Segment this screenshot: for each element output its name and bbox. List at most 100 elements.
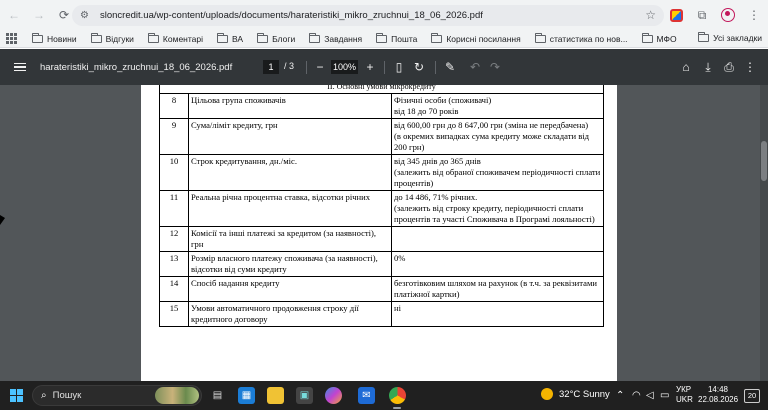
wifi-icon[interactable]: ◠	[632, 390, 641, 401]
row-name: Комісії та інші платежі за кредитом (за …	[188, 226, 392, 252]
conditions-table: ІІ. Основні умови мікрокредиту 8 Цільова…	[159, 85, 604, 327]
chrome-icon[interactable]	[389, 387, 406, 404]
bookmark-item[interactable]: Відгуки	[90, 32, 134, 44]
row-value: від 600,00 грн до 8 647,00 грн (зміна не…	[391, 118, 604, 155]
row-number: 15	[159, 301, 189, 327]
bookmark-item[interactable]: Блоги	[257, 32, 295, 44]
row-name: Розмір власного платежу споживача (за на…	[188, 251, 392, 277]
bookmark-star-icon[interactable]: ☆	[645, 8, 656, 22]
more-options-icon[interactable]: ⋮	[741, 58, 759, 76]
search-icon: ⌕	[41, 390, 47, 401]
row-name: Умови автоматичного продовження строку д…	[188, 301, 392, 327]
copilot-icon[interactable]	[325, 387, 342, 404]
row-value	[391, 226, 604, 252]
taskbar-search[interactable]: ⌕ Пошук	[32, 385, 202, 406]
folder-icon	[309, 32, 321, 43]
address-bar-row: ← → ⟳ ⚙ sloncredit.ua/wp-content/uploads…	[0, 0, 768, 30]
folder-icon	[32, 32, 43, 43]
bookmark-item[interactable]: Коментарі	[147, 32, 203, 44]
row-value: до 14 486, 71% річних. (залежить від стр…	[391, 190, 604, 227]
bookmark-item[interactable]: МФО	[641, 32, 677, 44]
site-info-icon[interactable]: ⚙	[80, 10, 92, 22]
table-row: 13 Розмір власного платежу споживача (за…	[159, 251, 604, 277]
pdf-page: ІІ. Основні умови мікрокредиту 8 Цільова…	[141, 85, 617, 381]
extensions-puzzle-icon[interactable]: ⧉	[692, 5, 712, 25]
folder-icon	[257, 32, 269, 43]
outlook-icon[interactable]: ✉	[358, 387, 375, 404]
pdf-viewer[interactable]: ІІ. Основні умови мікрокредиту 8 Цільова…	[0, 85, 768, 381]
row-name: Цільова група споживачів	[188, 93, 392, 119]
back-button[interactable]: ←	[3, 4, 25, 26]
taskbar: ⌕ Пошук ▤ ▦ ▣ ✉ 32°C Sunny ⌃ ◠ ◁ ▭ УКР U…	[0, 381, 768, 410]
apps-grid-icon[interactable]	[6, 32, 18, 45]
bookmark-item[interactable]: ВА	[217, 32, 243, 44]
tray-chevron-icon[interactable]: ⌃	[616, 390, 624, 401]
row-value: ні	[391, 301, 604, 327]
profile-avatar[interactable]	[718, 5, 738, 25]
zoom-in-button[interactable]: +	[361, 58, 379, 76]
row-number: 14	[159, 276, 189, 302]
annotate-icon[interactable]: ✎	[441, 58, 459, 76]
redo-icon[interactable]: ↷	[486, 58, 504, 76]
scrollbar[interactable]	[760, 85, 768, 381]
scrollbar-thumb[interactable]	[761, 141, 767, 181]
page-number-input[interactable]: 1	[263, 60, 279, 74]
omnibox[interactable]: ⚙ sloncredit.ua/wp-content/uploads/docum…	[72, 5, 664, 26]
bookmarks-bar: Новини Відгуки Коментарі ВА Блоги Завдан…	[0, 30, 768, 48]
fit-page-icon[interactable]: ▯	[390, 58, 408, 76]
print-icon[interactable]: ⎙	[720, 58, 738, 76]
row-value: від 345 днів до 365 днів (залежить від о…	[391, 154, 604, 191]
divider	[435, 61, 436, 74]
bookmark-item[interactable]: Завдання	[309, 32, 362, 44]
bookmark-item[interactable]: Новини	[32, 32, 77, 44]
page-total: / 3	[284, 61, 295, 71]
browser-menu-icon[interactable]: ⋮	[744, 5, 764, 25]
forward-button[interactable]: →	[28, 4, 50, 26]
bookmark-item[interactable]: Корисні посилання	[431, 32, 521, 44]
text-edit-icon[interactable]: ⌂	[677, 58, 695, 76]
mouse-cursor-icon	[0, 215, 5, 225]
row-value: 0%	[391, 251, 604, 277]
app-icon[interactable]: ▣	[296, 387, 313, 404]
table-row: ІІ. Основні умови мікрокредиту	[159, 85, 604, 94]
row-name: Сума/ліміт кредиту, грн	[188, 118, 392, 155]
windows-start-icon[interactable]	[10, 389, 23, 402]
battery-icon[interactable]: ▭	[660, 390, 669, 401]
pdf-title: harateristiki_mikro_zruchnui_18_06_2026.…	[40, 61, 233, 73]
table-row: 11 Реальна річна процентна ставка, відсо…	[159, 190, 604, 227]
bookmark-item[interactable]: статистика по нов...	[534, 32, 628, 44]
store-icon[interactable]: ▦	[238, 387, 255, 404]
row-number: 10	[159, 154, 189, 191]
menu-hamburger-icon[interactable]	[14, 62, 26, 72]
undo-icon[interactable]: ↶	[466, 58, 484, 76]
url-text[interactable]: sloncredit.ua/wp-content/uploads/documen…	[100, 10, 483, 21]
clock[interactable]: 14:48 22.08.2026	[698, 385, 738, 405]
folder-icon	[90, 32, 102, 43]
all-bookmarks-button[interactable]: Усі закладки	[698, 32, 762, 43]
zoom-input[interactable]: 100%	[331, 60, 358, 74]
table-row: 10 Строк кредитування, дн./міс. від 345 …	[159, 154, 604, 191]
row-value: Фізичні особи (споживачі) від 18 до 70 р…	[391, 93, 604, 119]
extension-icon[interactable]	[666, 5, 686, 25]
bookmark-item[interactable]: Пошта	[376, 32, 417, 44]
row-value: безготівковим шляхом на рахунок (в т.ч. …	[391, 276, 604, 302]
search-highlight-image	[155, 387, 199, 404]
file-explorer-icon[interactable]	[267, 387, 284, 404]
rotate-icon[interactable]: ↻	[410, 58, 428, 76]
row-number: 12	[159, 226, 189, 252]
zoom-out-button[interactable]: −	[311, 58, 329, 76]
folder-icon	[376, 32, 388, 43]
language-indicator[interactable]: УКР UKR	[676, 385, 693, 405]
pdf-toolbar: harateristiki_mikro_zruchnui_18_06_2026.…	[0, 49, 768, 85]
download-icon[interactable]: ⤓	[699, 58, 717, 76]
task-view-icon[interactable]: ▤	[209, 387, 226, 404]
notification-badge[interactable]: 20	[744, 389, 760, 403]
volume-icon[interactable]: ◁	[646, 390, 654, 401]
weather-widget[interactable]: 32°C Sunny	[541, 388, 610, 400]
table-row: 14 Спосіб надання кредиту безготівковим …	[159, 276, 604, 302]
table-row: 12 Комісії та інші платежі за кредитом (…	[159, 226, 604, 252]
row-number: 9	[159, 118, 189, 155]
row-name: Строк кредитування, дн./міс.	[188, 154, 392, 191]
divider	[384, 61, 385, 74]
folder-icon	[641, 32, 653, 43]
